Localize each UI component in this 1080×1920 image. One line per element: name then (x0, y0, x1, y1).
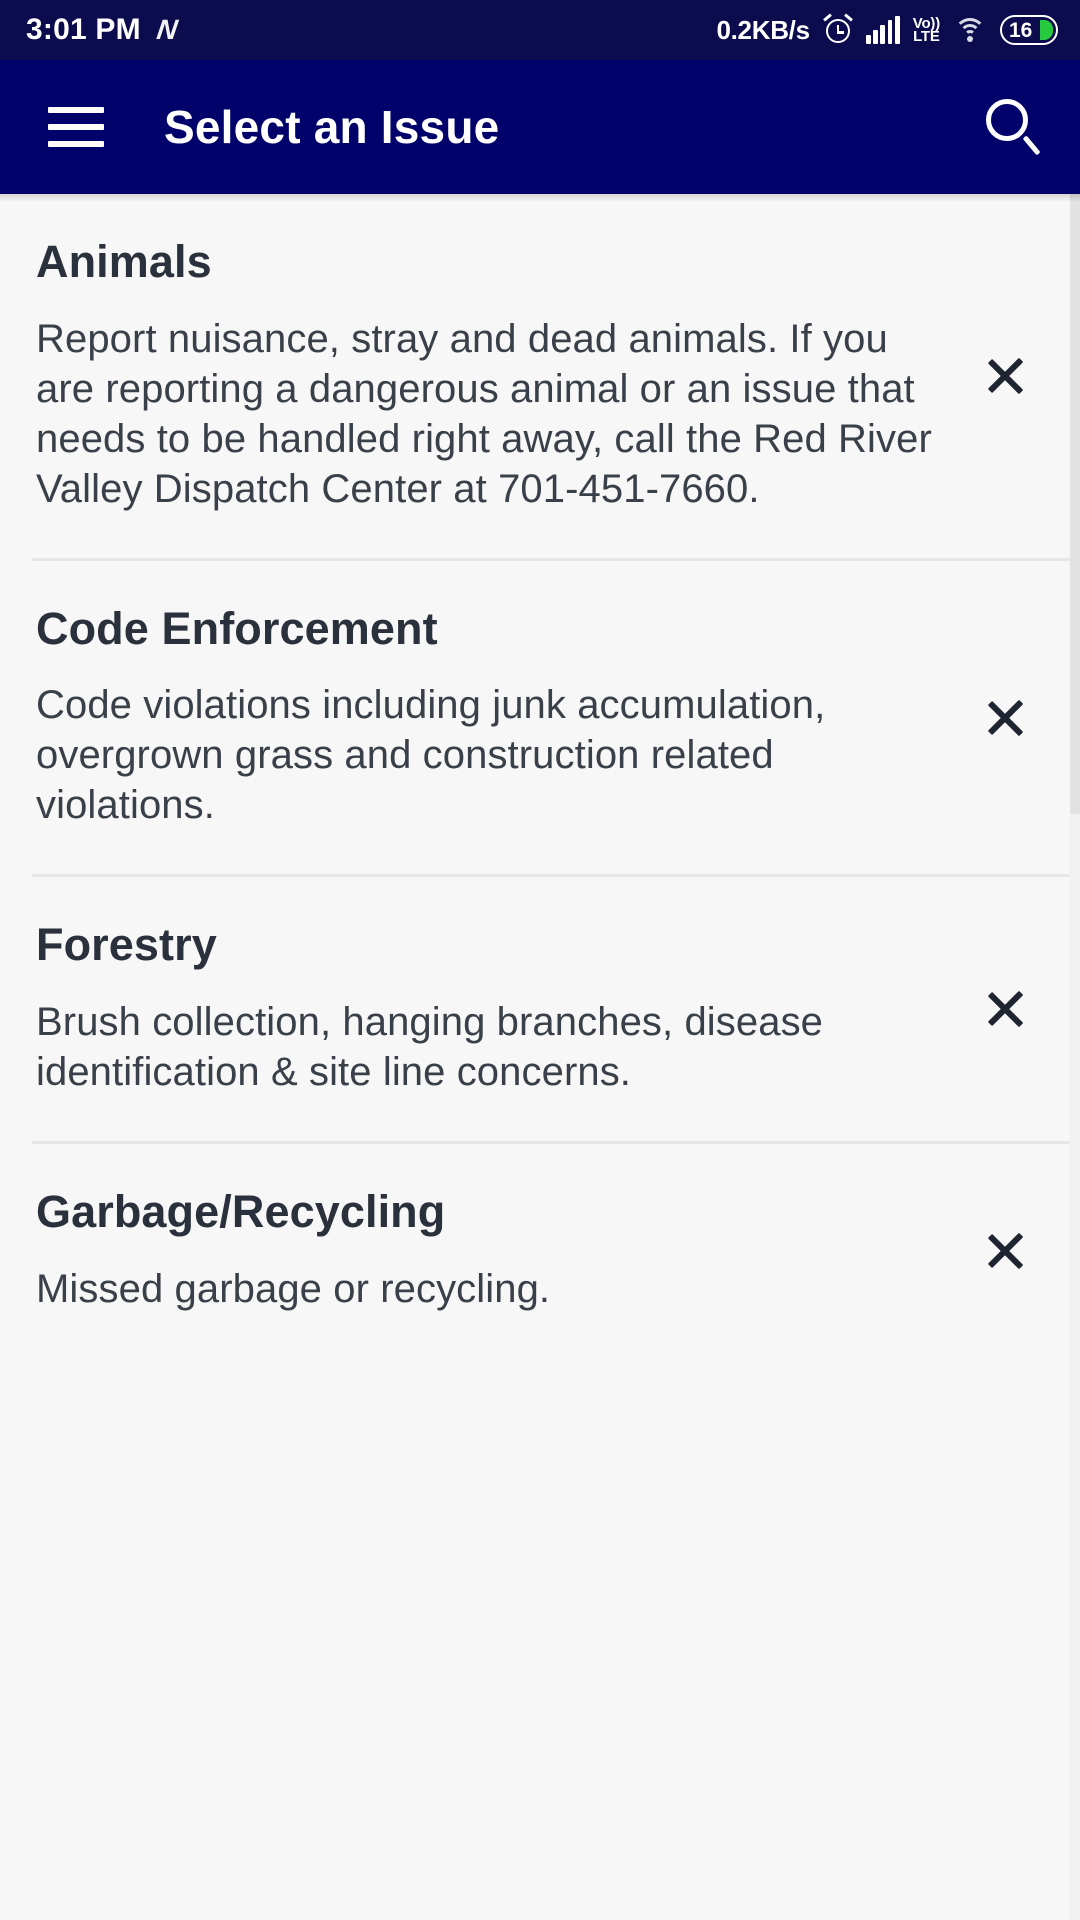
search-icon[interactable] (978, 93, 1046, 161)
app-bar: Select an Issue (0, 60, 1080, 194)
chevron-right-icon[interactable] (984, 680, 1030, 756)
cellular-signal-icon (865, 16, 900, 44)
issue-list[interactable]: Animals Report nuisance, stray and dead … (0, 194, 1080, 1920)
page-title: Select an Issue (164, 101, 500, 153)
list-item[interactable]: Garbage/Recycling Missed garbage or recy… (0, 1144, 1080, 1358)
list-item-title: Garbage/Recycling (36, 1186, 446, 1238)
status-bar-left: 3:01 PM N (26, 13, 180, 47)
network-speed-label: 0.2KB/s (716, 14, 810, 45)
volte-bottom-label: LTE (913, 28, 940, 45)
hamburger-menu-icon[interactable] (48, 107, 104, 147)
scrollbar-thumb[interactable] (1070, 194, 1080, 814)
chevron-right-icon[interactable] (984, 971, 1030, 1047)
list-item-title: Code Enforcement (36, 602, 438, 654)
status-bar: 3:01 PM N 0.2KB/s Vo)) LTE 16 (0, 0, 1080, 60)
carrier-logo-icon: N (154, 14, 180, 45)
battery-level-label: 16 (1009, 18, 1033, 42)
chevron-right-icon[interactable] (984, 1213, 1030, 1289)
list-item-title: Animals (36, 236, 212, 287)
list-item[interactable]: Forestry Brush collection, hanging branc… (0, 877, 1080, 1141)
list-item-description: Missed garbage or recycling. (36, 1266, 551, 1311)
chevron-right-icon[interactable] (984, 338, 1030, 414)
list-item-text: Animals Report nuisance, stray and dead … (36, 238, 984, 514)
list-item-text: Garbage/Recycling Missed garbage or recy… (36, 1188, 984, 1314)
list-item[interactable]: Code Enforcement Code violations includi… (0, 561, 1080, 875)
list-item-title: Forestry (36, 919, 217, 971)
status-time: 3:01 PM (26, 13, 141, 46)
alarm-icon (822, 13, 853, 45)
list-item-text: Forestry Brush collection, hanging branc… (36, 921, 984, 1097)
battery-icon: 16 (1000, 15, 1058, 45)
wifi-icon (953, 16, 987, 44)
status-bar-right: 0.2KB/s Vo)) LTE 16 (716, 13, 1058, 46)
list-item-description: Code violations including junk accumulat… (36, 683, 826, 828)
list-item-description: Brush collection, hanging branches, dise… (36, 1000, 824, 1095)
volte-icon: Vo)) LTE (913, 16, 940, 45)
scrollbar-track[interactable] (1070, 194, 1080, 1920)
list-item[interactable]: Animals Report nuisance, stray and dead … (0, 194, 1080, 558)
list-item-text: Code Enforcement Code violations includi… (36, 602, 984, 831)
list-item-description: Report nuisance, stray and dead animals.… (36, 316, 932, 511)
